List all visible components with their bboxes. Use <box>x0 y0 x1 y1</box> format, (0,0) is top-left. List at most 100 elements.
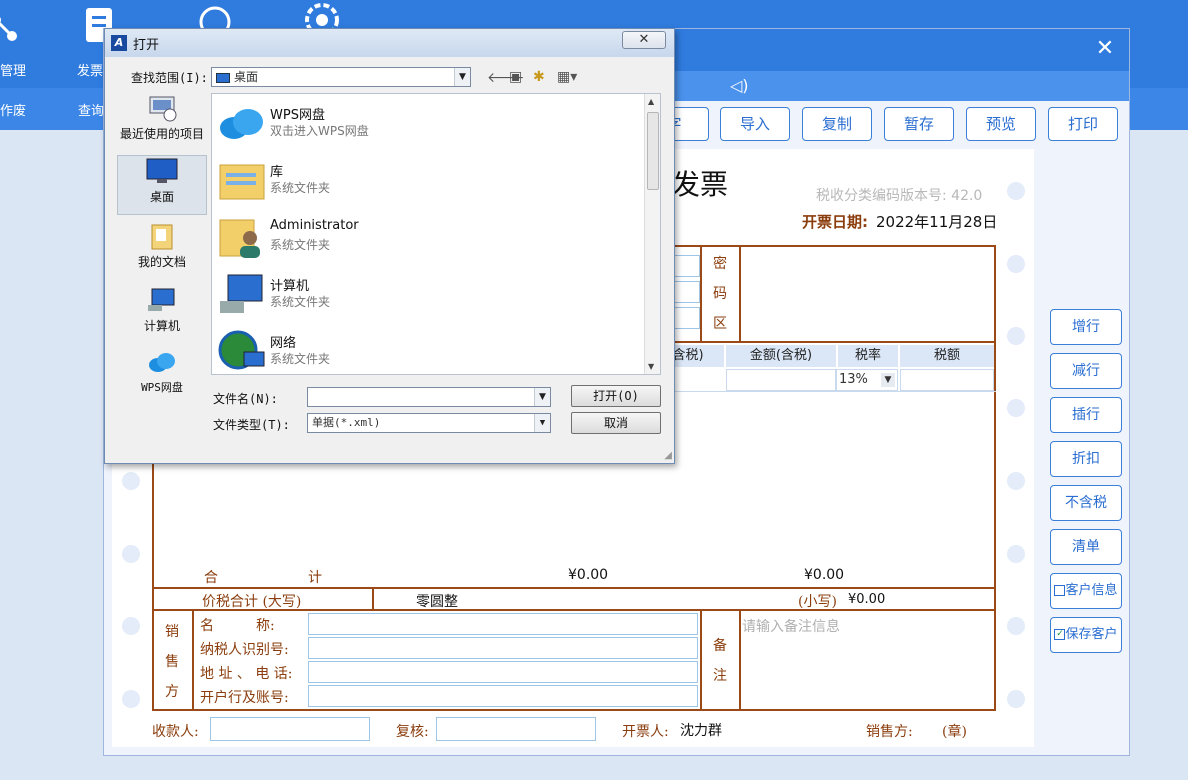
tax-exclusive-button[interactable]: 不含税 <box>1050 485 1122 521</box>
insert-row-button[interactable]: 插行 <box>1050 397 1122 433</box>
scroll-thumb[interactable] <box>647 112 659 190</box>
desktop-icon <box>146 158 178 183</box>
seller-divider <box>192 609 194 711</box>
desktop-small-icon <box>216 72 230 83</box>
cloud-icon <box>220 109 263 139</box>
file-name: 网络 <box>270 336 297 351</box>
scroll-up-icon[interactable]: ▲ <box>648 97 654 106</box>
file-name: WPS网盘 <box>270 108 325 123</box>
paper-hole <box>1007 182 1025 200</box>
cipher-label-2: 码 <box>713 286 727 302</box>
file-desc: 双击进入WPS网盘 <box>270 124 369 138</box>
manage-icon[interactable] <box>0 6 30 50</box>
network-globe-icon <box>218 330 265 370</box>
grand-total-label: 价税合计 (大写) <box>202 594 302 610</box>
list-item[interactable]: 网络 系统文件夹 <box>216 326 636 380</box>
list-item[interactable]: 库 系统文件夹 <box>216 155 636 209</box>
chevron-down-icon: ▼ <box>534 388 550 406</box>
tax-cell[interactable] <box>900 369 994 391</box>
topnav-void[interactable]: 作废 <box>0 100 26 119</box>
file-desc: 系统文件夹 <box>270 181 331 195</box>
discount-button[interactable]: 折扣 <box>1050 441 1122 477</box>
seller-bank-field[interactable] <box>308 685 698 707</box>
place-computer[interactable]: 计算机 <box>117 285 207 334</box>
documents-folder-icon <box>151 224 173 250</box>
seller-taxid-field[interactable] <box>308 637 698 659</box>
place-label: 计算机 <box>143 319 180 333</box>
seller-address-field[interactable] <box>308 661 698 683</box>
file-name: Administrator <box>270 218 359 233</box>
view-menu-icon[interactable]: ▦▾ <box>557 69 577 85</box>
grand-total-divider <box>372 587 374 611</box>
amount-cell[interactable] <box>726 369 836 391</box>
resize-grip-icon[interactable]: ◢ <box>664 450 672 461</box>
invoice-title: 发票 <box>672 168 729 201</box>
place-desktop[interactable]: 桌面 <box>117 155 207 215</box>
open-button[interactable]: 打开(O) <box>571 385 661 407</box>
import-button[interactable]: 导入 <box>720 107 790 141</box>
total-label-1: 合 <box>204 570 218 586</box>
row-divider <box>152 587 996 589</box>
save-customer-button[interactable]: ✓ 保存客户 <box>1050 617 1122 653</box>
total-tax: ¥0.00 <box>804 567 845 583</box>
remove-row-button[interactable]: 减行 <box>1050 353 1122 389</box>
copy-button[interactable]: 复制 <box>802 107 872 141</box>
col-header-amount: 金额(含税) <box>726 345 836 367</box>
grand-total-words: 零圆整 <box>416 594 458 610</box>
remark-input[interactable]: 请输入备注信息 <box>742 616 840 636</box>
tax-rate-select[interactable]: 13% ▼ <box>836 369 898 391</box>
seller-label-3: 方 <box>165 684 179 700</box>
save-draft-button[interactable]: 暂存 <box>884 107 954 141</box>
filename-label: 文件名(N): <box>213 392 278 406</box>
place-documents[interactable]: 我的文档 <box>117 221 207 270</box>
lookin-select[interactable]: 桌面 ▼ <box>211 67 471 87</box>
place-label: WPS网盘 <box>141 381 183 394</box>
remark-label-1: 备 <box>713 638 727 654</box>
cancel-button[interactable]: 取消 <box>571 412 661 434</box>
seller-name-field[interactable] <box>308 613 698 635</box>
window-close-icon[interactable]: ✕ <box>1093 37 1117 61</box>
seller-stamp-label: 销售方: <box>866 724 913 740</box>
print-button[interactable]: 打印 <box>1048 107 1118 141</box>
remark-label-2: 注 <box>713 668 727 684</box>
file-name: 计算机 <box>270 279 310 294</box>
payee-field[interactable] <box>210 717 370 741</box>
chevron-down-icon: ▼ <box>454 68 470 86</box>
speaker-icon[interactable]: ◁) <box>730 76 749 95</box>
paper-hole <box>1007 617 1025 635</box>
chevron-down-icon: ▼ <box>881 373 895 387</box>
list-item[interactable]: WPS网盘 双击进入WPS网盘 <box>216 98 636 152</box>
remark-divider <box>739 609 741 711</box>
topnav-manage[interactable]: 管理 <box>0 60 26 79</box>
library-folder-icon <box>219 164 265 200</box>
filename-input[interactable]: ▼ <box>307 387 551 407</box>
list-item[interactable]: Administrator 系统文件夹 <box>216 212 636 266</box>
place-label: 我的文档 <box>137 255 186 269</box>
place-wps-cloud[interactable]: WPS网盘 <box>117 347 207 395</box>
customer-info-button[interactable]: 客户信息 <box>1050 573 1122 609</box>
up-folder-icon[interactable]: ▣ <box>509 69 522 85</box>
dialog-close-icon[interactable]: ✕ <box>622 31 666 49</box>
file-desc: 系统文件夹 <box>270 295 331 309</box>
file-desc: 系统文件夹 <box>270 352 331 366</box>
file-desc: 系统文件夹 <box>270 238 331 252</box>
topnav-query[interactable]: 查询 <box>78 100 104 119</box>
add-row-button[interactable]: 增行 <box>1050 309 1122 345</box>
seller-bank-label: 开户行及账号: <box>200 690 289 706</box>
scroll-down-icon[interactable]: ▼ <box>648 362 654 371</box>
new-folder-icon[interactable]: ✱ <box>533 69 545 85</box>
seller-taxid-label: 纳税人识别号: <box>200 642 289 658</box>
header-bottom-line <box>652 391 996 392</box>
filetype-select[interactable]: 单据(*.xml) ▼ <box>307 413 551 433</box>
seller-name-label: 名 称: <box>200 618 275 634</box>
file-list-scrollbar[interactable]: ▲ ▼ <box>644 94 660 374</box>
list-item[interactable]: 计算机 系统文件夹 <box>216 269 636 323</box>
place-recent[interactable]: 最近使用的项目 <box>117 93 207 142</box>
preview-button[interactable]: 预览 <box>966 107 1036 141</box>
cipher-label-1: 密 <box>713 256 727 272</box>
clear-list-button[interactable]: 清单 <box>1050 529 1122 565</box>
topnav-invoice[interactable]: 发票 <box>77 60 103 79</box>
reviewer-field[interactable] <box>436 717 596 741</box>
col-header-tax: 税额 <box>900 345 994 367</box>
file-list: WPS网盘 双击进入WPS网盘 库 系统文件夹 Administrator 系统… <box>211 93 661 375</box>
